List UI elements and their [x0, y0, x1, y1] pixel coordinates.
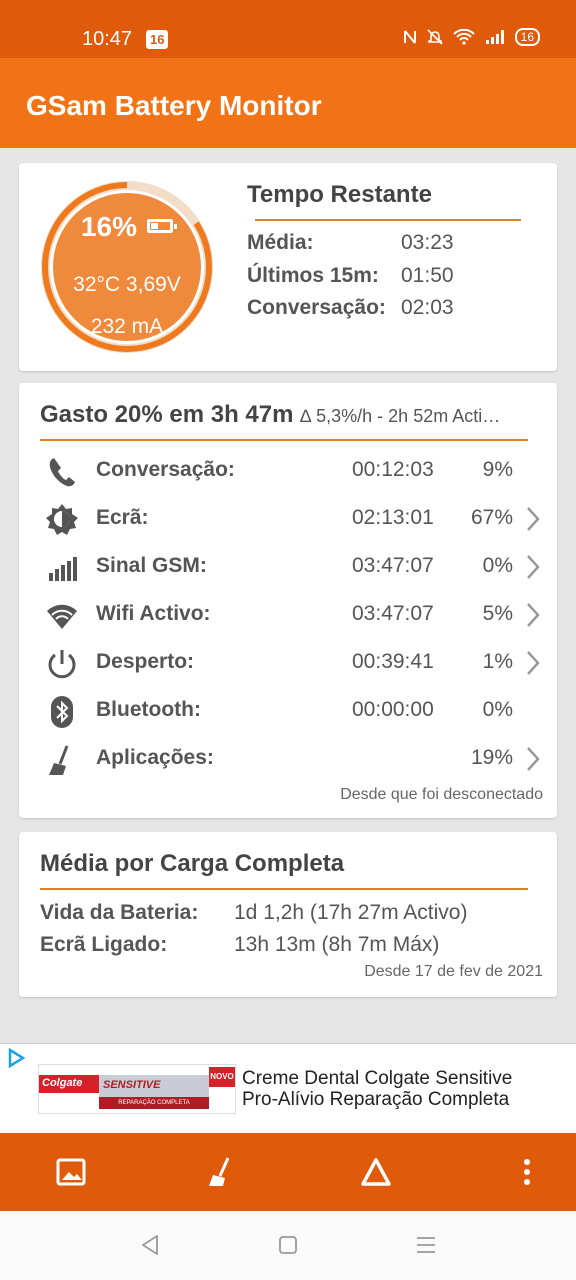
usage-percent: 1%	[482, 650, 513, 673]
chevron-right-icon[interactable]	[523, 745, 543, 773]
usage-label: Sinal GSM:	[96, 554, 207, 577]
usage-time: 00:00:00	[352, 698, 434, 721]
chevron-right-icon[interactable]	[523, 553, 543, 581]
ad-new-badge: NOVO	[209, 1067, 235, 1087]
usage-percent: 0%	[482, 554, 513, 577]
broom-icon[interactable]	[204, 1155, 238, 1189]
current-draw: 232 mA	[90, 315, 164, 338]
mute-bell-icon	[427, 29, 443, 45]
ad-subline: REPARAÇÃO COMPLETA	[99, 1097, 209, 1109]
full-charge-card: Média por Carga Completa Vida da Bateria…	[19, 832, 557, 997]
wifi-icon	[47, 604, 77, 629]
tr-value-talk: 02:03	[401, 296, 454, 319]
back-icon[interactable]	[138, 1233, 162, 1257]
usage-label: Bluetooth:	[96, 698, 201, 721]
usage-card: Gasto 20% em 3h 47m ∆ 5,3%/h - 2h 52m Ac…	[19, 383, 557, 818]
usage-time: 02:13:01	[352, 506, 434, 529]
bluetooth-icon	[51, 696, 73, 728]
usage-row-gsm[interactable]: Sinal GSM: 03:47:07 0%	[19, 543, 557, 591]
temp-voltage: 32°C 3,69V	[73, 273, 181, 296]
system-nav-bar	[0, 1211, 576, 1280]
image-icon[interactable]	[54, 1155, 88, 1189]
home-icon[interactable]	[276, 1233, 300, 1257]
tr-label-last15: Últimos 15m:	[247, 264, 379, 287]
usage-label: Desperto:	[96, 650, 195, 673]
usage-percent: 5%	[482, 602, 513, 625]
bottom-action-bar	[0, 1133, 576, 1211]
usage-heading: Gasto 20% em 3h 47m ∆ 5,3%/h - 2h 52m Ac…	[40, 401, 501, 428]
nfc-icon	[403, 30, 416, 44]
tr-value-average: 03:23	[401, 231, 454, 254]
chevron-right-icon[interactable]	[523, 649, 543, 677]
battery-life-label: Vida da Bateria:	[40, 901, 199, 924]
time-remaining-title: Tempo Restante	[247, 181, 432, 208]
divider	[40, 888, 528, 890]
ad-text-line1: Creme Dental Colgate Sensitive	[242, 1068, 513, 1089]
notification-badge: 16	[146, 30, 169, 49]
ad-product-name: SENSITIVE	[99, 1075, 209, 1097]
screen-on-label: Ecrã Ligado:	[40, 933, 168, 956]
usage-row-apps[interactable]: Aplicações: 19%	[19, 735, 557, 783]
usage-row-talk: Conversação: 00:12:03 9%	[19, 447, 557, 495]
usage-label: Wifi Activo:	[96, 602, 211, 625]
status-icons: 16	[403, 28, 540, 46]
usage-time: 03:47:07	[352, 602, 434, 625]
usage-label: Ecrã:	[96, 506, 149, 529]
usage-row-wifi[interactable]: Wifi Activo: 03:47:07 5%	[19, 591, 557, 639]
usage-time: 03:47:07	[352, 554, 434, 577]
usage-percent: 9%	[482, 458, 513, 481]
chevron-right-icon[interactable]	[523, 505, 543, 533]
usage-label: Aplicações:	[96, 746, 214, 769]
divider	[255, 219, 521, 221]
tr-label-average: Média:	[247, 231, 314, 254]
apps-broom-icon	[49, 745, 69, 775]
tr-label-talk: Conversação:	[247, 296, 386, 319]
usage-time: 00:39:41	[352, 650, 434, 673]
tr-value-last15: 01:50	[401, 264, 454, 287]
usage-percent: 19%	[470, 746, 513, 769]
ad-brand-logo: Colgate	[39, 1075, 99, 1093]
usage-time: 00:12:03	[352, 458, 434, 481]
adchoices-icon[interactable]	[6, 1048, 26, 1068]
ad-text-line2: Pro-Alívio Reparação Completa	[242, 1089, 510, 1110]
menu-icon[interactable]	[414, 1233, 438, 1257]
battery-percent: 16%	[39, 211, 215, 243]
cell-signal-icon	[485, 30, 504, 44]
status-time: 10:47	[82, 28, 133, 50]
usage-percent: 67%	[470, 506, 513, 529]
screen-on-value: 13h 13m (8h 7m Máx)	[234, 933, 440, 956]
full-charge-title: Média por Carga Completa	[40, 850, 345, 877]
battery-summary-card[interactable]: 16% 32°C 3,69V 232 mA Tempo Restante Méd…	[19, 163, 557, 371]
full-charge-footer: Desde 17 de fev de 2021	[364, 963, 543, 980]
usage-row-awake[interactable]: Desperto: 00:39:41 1%	[19, 639, 557, 687]
phone-icon	[49, 458, 75, 487]
delta-icon[interactable]	[359, 1155, 393, 1189]
brightness-icon	[46, 504, 78, 535]
divider	[40, 439, 528, 441]
ad-image[interactable]: Colgate SENSITIVE NOVO REPARAÇÃO COMPLET…	[38, 1064, 236, 1114]
ad-text[interactable]: Creme Dental Colgate Sensitive Pro-Alívi…	[242, 1068, 512, 1110]
usage-footer: Desde que foi desconectado	[340, 786, 543, 803]
usage-percent: 0%	[482, 698, 513, 721]
power-icon	[48, 650, 76, 679]
chevron-right-icon[interactable]	[523, 601, 543, 629]
battery-status-icon: 16	[514, 28, 540, 46]
status-bar: 10:47 16 16	[0, 0, 576, 58]
battery-icon	[147, 219, 178, 233]
app-title: GSam Battery Monitor	[26, 90, 322, 121]
more-vert-icon[interactable]	[510, 1155, 544, 1189]
usage-label: Conversação:	[96, 458, 235, 481]
usage-row-screen[interactable]: Ecrã: 02:13:01 67%	[19, 495, 557, 543]
ad-banner[interactable]: Colgate SENSITIVE NOVO REPARAÇÃO COMPLET…	[0, 1043, 576, 1133]
battery-life-value: 1d 1,2h (17h 27m Activo)	[234, 901, 468, 924]
app-bar: GSam Battery Monitor	[0, 58, 576, 148]
gauge-readout: 16% 32°C 3,69V 232 mA	[39, 179, 215, 355]
usage-row-bluetooth: Bluetooth: 00:00:00 0%	[19, 687, 557, 735]
usage-rate: ∆ 5,3%/h - 2h 52m Acti…	[300, 406, 501, 426]
wifi-status-icon	[452, 29, 475, 45]
signal-icon	[49, 557, 77, 581]
